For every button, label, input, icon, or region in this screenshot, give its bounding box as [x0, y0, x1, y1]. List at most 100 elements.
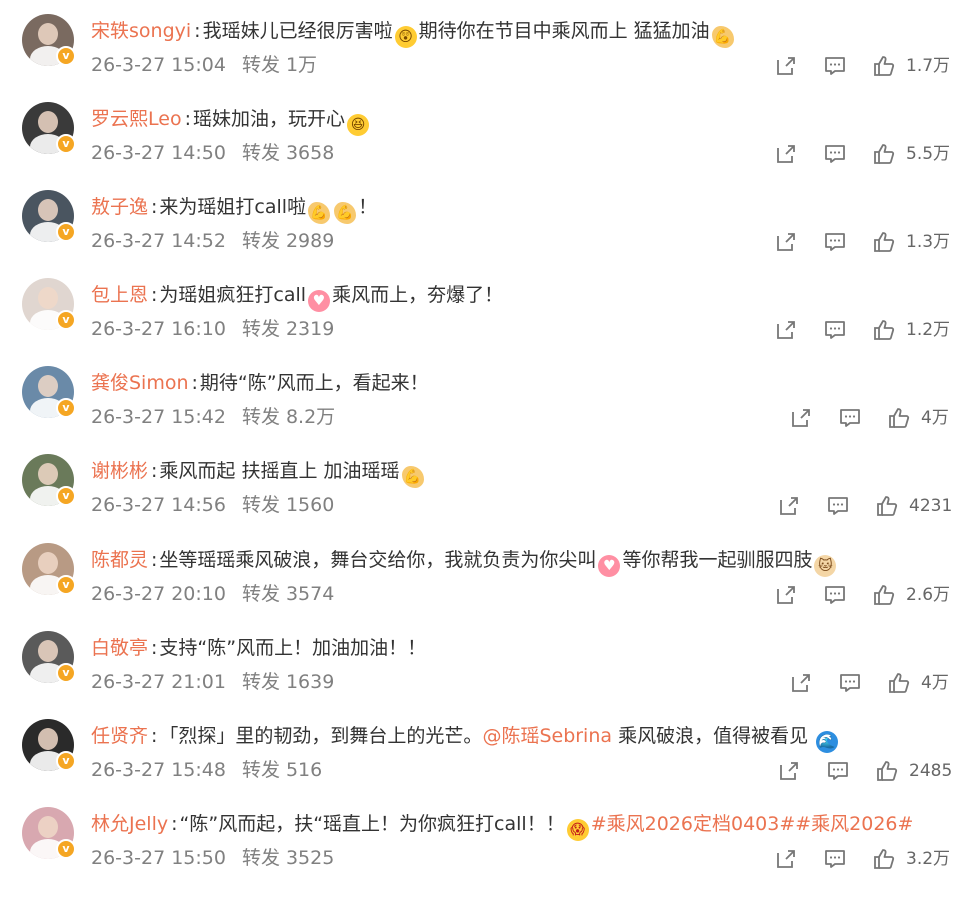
arm-emoji-icon: 💪 [308, 202, 331, 224]
thumbs-up-icon[interactable] [872, 847, 896, 871]
thumbs-up-icon[interactable] [872, 142, 896, 166]
comment-icon[interactable] [838, 671, 862, 695]
like-count: 3.2万 [906, 849, 951, 869]
share-icon[interactable] [774, 142, 798, 166]
avatar-face [38, 463, 58, 485]
avatar-face [38, 552, 58, 574]
username-link[interactable]: 林允Jelly [91, 813, 168, 835]
share-icon[interactable] [789, 671, 813, 695]
mention-link[interactable]: @陈瑶Sebrina [482, 725, 612, 747]
username-link[interactable]: 谢彬彬 [91, 460, 148, 482]
avatar-face [38, 375, 58, 397]
share-icon[interactable] [789, 406, 813, 430]
comment-icon[interactable] [823, 583, 847, 607]
comment-item: v 宋轶songyi: 我瑶妹儿已经很厉害啦 😲 期待你在节目中乘风而上 猛猛加油 💪 26… [0, 0, 960, 88]
comment-actions: 1.2万 [0, 316, 960, 344]
comment-actions: 1.3万 [0, 228, 960, 256]
like-count: 1.2万 [906, 320, 951, 340]
username-link[interactable]: 罗云熙Leo [91, 108, 182, 130]
comment-icon[interactable] [826, 759, 850, 783]
thumbs-up-icon[interactable] [875, 494, 899, 518]
share-icon[interactable] [774, 54, 798, 78]
comment-text-line: 谢彬彬: 乘风而起 扶摇直上 加油瑶瑶 💪 [91, 456, 426, 488]
comment-actions: 2485 [0, 757, 960, 785]
colon-separator: : [194, 20, 201, 42]
comment-icon[interactable] [838, 406, 862, 430]
colon-separator: : [151, 284, 158, 306]
comment-text-line: 敖子逸: 来为瑶姐打call啦 💪 💪！ [91, 192, 377, 224]
comment-text-line: 龚俊Simon: 期待“陈”风而上，看起来！ [91, 368, 429, 398]
heart-emoji-icon: ♥ [598, 555, 621, 577]
comment-actions: 5.5万 [0, 140, 960, 168]
like-count: 1.7万 [906, 56, 951, 76]
colon-separator: : [151, 460, 158, 482]
comment-text: 期待“陈”风而上，看起来！ [199, 372, 429, 394]
avatar-face [38, 816, 58, 838]
comment-text-line: 白敬亭: 支持“陈”风而上！加油加油！！ [91, 633, 426, 663]
comment-feed: v 宋轶songyi: 我瑶妹儿已经很厉害啦 😲 期待你在节目中乘风而上 猛猛加油 💪 26… [0, 0, 960, 904]
comment-icon[interactable] [823, 142, 847, 166]
face-emoji-icon: 😲 [394, 26, 417, 48]
thumbs-up-icon[interactable] [887, 671, 911, 695]
comment-icon[interactable] [823, 318, 847, 342]
comment-icon[interactable] [823, 847, 847, 871]
cat-emoji-icon: 🐱 [814, 555, 837, 577]
comment-actions: 4万 [0, 404, 960, 432]
thumbs-up-icon[interactable] [872, 583, 896, 607]
username-link[interactable]: 白敬亭 [91, 637, 148, 659]
comment-text: “陈”风而起，扶“瑶直上！为你疯狂打call！！ [179, 813, 565, 835]
avatar-face [38, 728, 58, 750]
comment-text: 期待你在节目中乘风而上 猛猛加油 [418, 20, 710, 42]
comment-item: v 敖子逸: 来为瑶姐打call啦 💪 💪！ 26-3-27 14:52 转发 2989 1.3… [0, 176, 960, 264]
comment-item: v 罗云熙Leo: 瑶妹加油，玩开心 😆 26-3-27 14:50 转发 3658 5.5万 [0, 88, 960, 176]
colon-separator: : [151, 549, 158, 571]
share-icon[interactable] [774, 230, 798, 254]
avatar-face [38, 23, 58, 45]
wave-emoji-icon: 🌊 [816, 731, 839, 753]
username-link[interactable]: 龚俊Simon [91, 372, 189, 394]
comment-icon[interactable] [823, 230, 847, 254]
colon-separator: : [151, 637, 158, 659]
hashtag-link[interactable]: #乘风2026定档0403##乘风2026# [591, 813, 914, 835]
username-link[interactable]: 陈都灵 [91, 549, 148, 571]
like-count: 4万 [921, 408, 949, 428]
arm-emoji-icon: 💪 [334, 202, 357, 224]
thumbs-up-icon[interactable] [872, 230, 896, 254]
comment-text-line: 任贤齐: 「烈探」里的韧劲，到舞台上的光芒。@陈瑶Sebrina 乘风破浪，值得被… [91, 721, 840, 753]
avatar-face [38, 640, 58, 662]
comment-actions: 2.6万 [0, 581, 960, 609]
colon-separator: : [171, 813, 178, 835]
comment-item: v 任贤齐: 「烈探」里的韧劲，到舞台上的光芒。@陈瑶Sebrina 乘风破浪，值得… [0, 705, 960, 793]
share-icon[interactable] [774, 318, 798, 342]
comment-text-line: 罗云熙Leo: 瑶妹加油，玩开心 😆 [91, 104, 371, 136]
like-count: 4万 [921, 673, 949, 693]
share-icon[interactable] [777, 494, 801, 518]
username-link[interactable]: 任贤齐 [91, 725, 148, 747]
colon-separator: : [151, 725, 158, 747]
username-link[interactable]: 宋轶songyi [91, 20, 191, 42]
thumbs-up-icon[interactable] [872, 54, 896, 78]
comment-item: v 陈都灵: 坐等瑶瑶乘风破浪，舞台交给你，我就负责为你尖叫 ♥ 等你帮我一起驯服四肢 🐱… [0, 529, 960, 617]
scream-emoji-icon: 😱 [566, 819, 589, 841]
thumbs-up-icon[interactable] [872, 318, 896, 342]
like-count: 2485 [909, 761, 953, 781]
comment-text: 为瑶姐疯狂打call [159, 284, 307, 306]
comment-icon[interactable] [826, 494, 850, 518]
comment-text: 来为瑶姐打call啦 [159, 196, 307, 218]
avatar-face [38, 199, 58, 221]
username-link[interactable]: 包上恩 [91, 284, 148, 306]
username-link[interactable]: 敖子逸 [91, 196, 148, 218]
comment-text: 乘风而起 扶摇直上 加油瑶瑶 [159, 460, 400, 482]
share-icon[interactable] [777, 759, 801, 783]
thumbs-up-icon[interactable] [887, 406, 911, 430]
thumbs-up-icon[interactable] [875, 759, 899, 783]
comment-text-line: 包上恩: 为瑶姐疯狂打call ♥ 乘风而上，夯爆了！ [91, 280, 504, 312]
arm-emoji-icon: 💪 [711, 26, 734, 48]
share-icon[interactable] [774, 847, 798, 871]
comment-text: 乘风而上，夯爆了！ [332, 284, 504, 306]
share-icon[interactable] [774, 583, 798, 607]
avatar-face [38, 287, 58, 309]
comment-item: v 包上恩: 为瑶姐疯狂打call ♥ 乘风而上，夯爆了！ 26-3-27 16:10 转发… [0, 264, 960, 352]
comment-icon[interactable] [823, 54, 847, 78]
comment-actions: 4231 [0, 492, 960, 520]
